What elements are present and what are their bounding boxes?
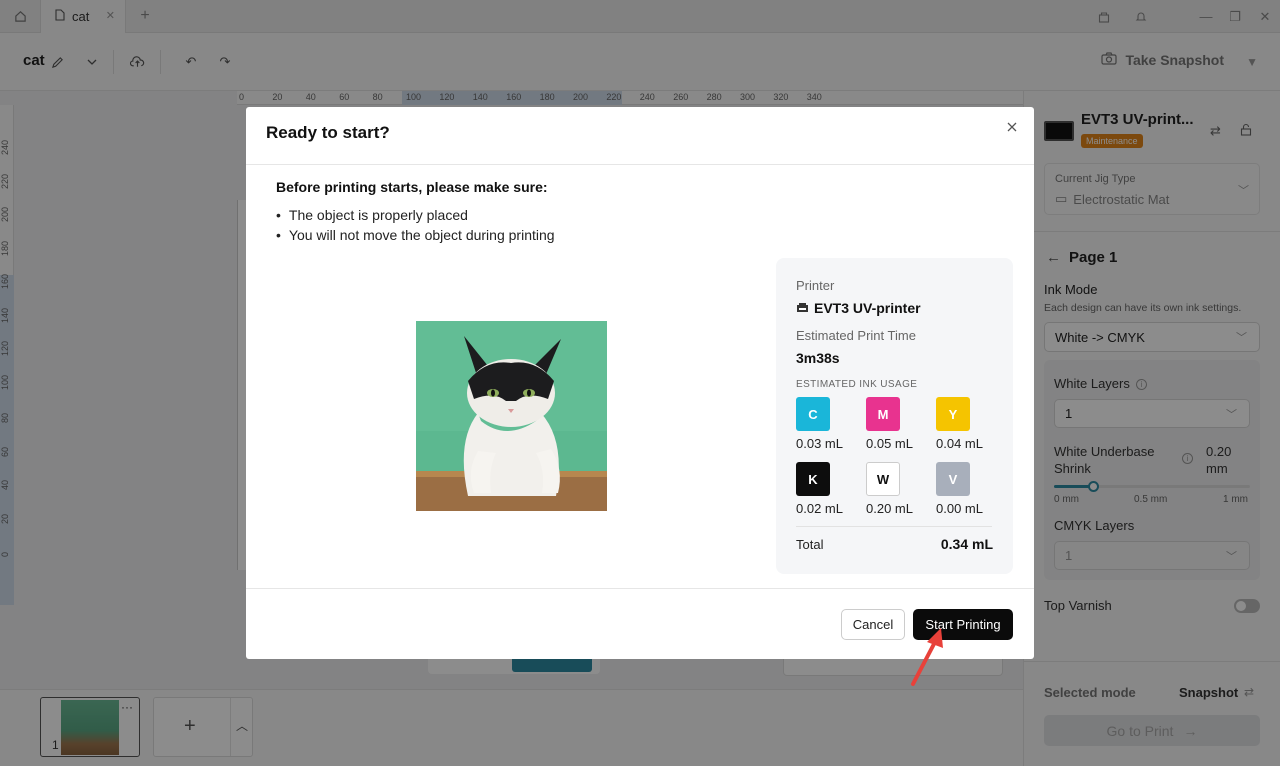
ink-amount-k: 0.02 mL [796, 501, 843, 516]
ink-swatch-v: V [936, 462, 970, 496]
total-value: 0.34 mL [940, 536, 993, 552]
checklist-heading: Before printing starts, please make sure… [276, 179, 548, 195]
printer-value: EVT3 UV-printer [796, 300, 921, 316]
dialog-title: Ready to start? [266, 123, 390, 142]
ready-to-start-dialog: Ready to start? Before printing starts, … [246, 107, 1034, 659]
ink-swatch-k: K [796, 462, 830, 496]
annotation-arrow-icon [911, 628, 943, 686]
checklist-text: The object is properly placed [288, 207, 468, 223]
ink-amount-y: 0.04 mL [936, 436, 983, 451]
ink-swatch-w: W [866, 462, 900, 496]
checklist-text: You will not move the object during prin… [288, 227, 555, 243]
checklist: The object is properly placed You will n… [276, 205, 555, 245]
divider [796, 526, 992, 527]
printer-label: Printer [796, 278, 835, 293]
checklist-item: You will not move the object during prin… [276, 225, 555, 245]
printer-icon [796, 300, 809, 316]
ink-amount-c: 0.03 mL [796, 436, 843, 451]
ink-amount-m: 0.05 mL [866, 436, 913, 451]
close-icon[interactable] [1004, 119, 1020, 135]
ink-swatch-m: M [866, 397, 900, 431]
print-time-label: Estimated Print Time [796, 328, 916, 343]
checklist-item: The object is properly placed [276, 205, 555, 225]
ink-amount-v: 0.00 mL [936, 501, 983, 516]
print-summary-card: Printer EVT3 UV-printer Estimated Print … [776, 258, 1013, 574]
ink-swatch-c: C [796, 397, 830, 431]
divider [246, 164, 1034, 165]
cancel-button[interactable]: Cancel [841, 609, 905, 640]
printer-value-text: EVT3 UV-printer [814, 300, 921, 316]
ink-swatch-y: Y [936, 397, 970, 431]
design-preview-image [416, 321, 607, 511]
ink-usage-heading: ESTIMATED INK USAGE [796, 379, 918, 390]
ink-amount-w: 0.20 mL [866, 501, 913, 516]
print-time-value: 3m38s [796, 350, 840, 366]
total-label: Total [796, 537, 824, 552]
divider [246, 588, 1034, 589]
